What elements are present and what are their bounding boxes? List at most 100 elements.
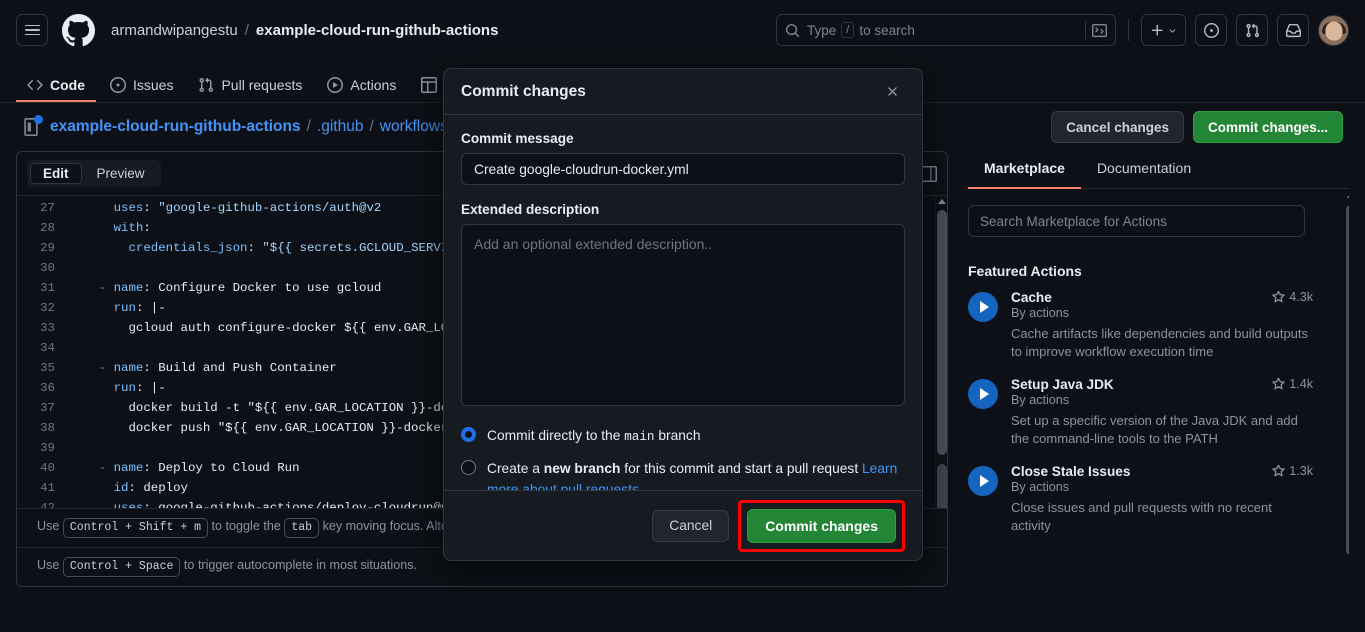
github-logo-icon[interactable] <box>62 14 95 47</box>
action-star-count: 1.4k <box>1264 377 1313 391</box>
command-palette-group[interactable] <box>1085 22 1107 39</box>
search-placeholder-text: Type <box>807 23 836 38</box>
create-new-button[interactable] <box>1141 14 1186 46</box>
star-count-value: 1.3k <box>1289 464 1313 478</box>
scrollbar-thumb-secondary[interactable] <box>937 464 947 508</box>
breadcrumb-repo[interactable]: example-cloud-run-github-actions <box>256 22 499 39</box>
breadcrumb-owner[interactable]: armandwipangestu <box>111 22 238 39</box>
sidebar-expand-icon[interactable] <box>921 166 937 182</box>
path-slash-2: / <box>369 118 373 136</box>
commit-message-label: Commit message <box>461 131 905 146</box>
tab-marketplace[interactable]: Marketplace <box>968 151 1081 189</box>
cancel-changes-button[interactable]: Cancel changes <box>1051 111 1184 143</box>
path-repo[interactable]: example-cloud-run-github-actions <box>50 118 301 136</box>
commit-directly-suffix: branch <box>654 428 700 443</box>
marketplace-tabs: Marketplace Documentation <box>964 151 1349 189</box>
cancel-button[interactable]: Cancel <box>652 510 729 542</box>
pull-requests-button[interactable] <box>1236 14 1268 46</box>
line-number: 40 <box>17 458 69 478</box>
commit-directly-branch: main <box>624 430 654 444</box>
star-icon <box>1272 465 1285 478</box>
scrollbar-thumb[interactable] <box>1346 205 1349 555</box>
keyboard-shortcut: Control + Space <box>63 557 181 577</box>
marketplace-action-item[interactable]: Close Stale Issues1.3kBy actionsClose is… <box>968 464 1313 535</box>
action-header-row: Cache 4.3k <box>1011 290 1313 305</box>
search-icon <box>785 23 800 38</box>
search-input[interactable]: Type / to search <box>776 14 1116 46</box>
radio-commit-directly[interactable] <box>461 427 476 442</box>
line-number: 42 <box>17 498 69 508</box>
tab-actions-label: Actions <box>350 77 396 93</box>
search-slash-key: / <box>841 22 854 38</box>
help-text: to trigger autocomplete in most situatio… <box>180 558 417 572</box>
extended-description-textarea[interactable] <box>461 224 905 406</box>
action-name[interactable]: Cache <box>1011 290 1052 305</box>
tab-preview[interactable]: Preview <box>84 163 158 184</box>
search-placeholder: Type / to search <box>807 22 915 38</box>
action-name[interactable]: Close Stale Issues <box>1011 464 1130 479</box>
line-number: 38 <box>17 418 69 438</box>
marketplace-action-item[interactable]: Cache4.3kBy actionsCache artifacts like … <box>968 290 1313 361</box>
option-commit-directly-label: Commit directly to the main branch <box>487 425 701 448</box>
keyboard-shortcut: Control + Shift + m <box>63 518 208 538</box>
marketplace-body: Search Marketplace for Actions Featured … <box>964 189 1349 587</box>
tab-pull-requests[interactable]: Pull requests <box>187 69 313 102</box>
tab-actions[interactable]: Actions <box>316 69 407 102</box>
featured-actions-title: Featured Actions <box>968 263 1345 279</box>
radio-new-branch[interactable] <box>461 460 476 475</box>
action-author: By actions <box>1011 480 1313 494</box>
line-number: 27 <box>17 198 69 218</box>
action-logo-icon <box>968 379 998 409</box>
featured-actions-list: Cache4.3kBy actionsCache artifacts like … <box>968 290 1345 535</box>
editor-toolbar-actions <box>921 166 937 182</box>
hamburger-menu-icon[interactable] <box>16 14 48 46</box>
scroll-up-arrow-icon[interactable] <box>1347 193 1349 198</box>
action-header-row: Setup Java JDK 1.4k <box>1011 377 1313 392</box>
notifications-inbox-button[interactable] <box>1277 14 1309 46</box>
action-name[interactable]: Setup Java JDK <box>1011 377 1114 392</box>
user-avatar[interactable] <box>1318 15 1349 46</box>
marketplace-action-item[interactable]: Setup Java JDK1.4kBy actionsSet up a spe… <box>968 377 1313 448</box>
line-number: 29 <box>17 238 69 258</box>
line-number: 36 <box>17 378 69 398</box>
code-vertical-scrollbar[interactable] <box>935 196 947 508</box>
inbox-icon <box>1286 23 1301 38</box>
tab-issues[interactable]: Issues <box>99 69 184 102</box>
commit-message-input[interactable] <box>461 153 905 185</box>
tab-edit[interactable]: Edit <box>30 163 82 184</box>
option-commit-directly[interactable]: Commit directly to the main branch <box>461 425 905 448</box>
tab-documentation[interactable]: Documentation <box>1081 151 1207 189</box>
scroll-up-arrow-icon[interactable] <box>938 199 946 204</box>
action-star-count: 4.3k <box>1264 290 1313 304</box>
action-logo-icon <box>968 292 998 322</box>
path-workflows-dir[interactable]: workflows <box>380 118 448 136</box>
breadcrumb: armandwipangestu / example-cloud-run-git… <box>111 22 498 39</box>
tab-code[interactable]: Code <box>16 69 96 102</box>
subheader-actions: Cancel changes Commit changes... <box>1051 111 1343 143</box>
close-icon[interactable] <box>879 79 905 105</box>
git-pull-request-icon <box>198 77 214 93</box>
action-logo-icon <box>968 466 998 496</box>
new-branch-prefix: Create a <box>487 461 544 476</box>
issues-button[interactable] <box>1195 14 1227 46</box>
help-text: Use <box>37 519 63 533</box>
commit-changes-top-button[interactable]: Commit changes... <box>1193 111 1343 143</box>
option-new-branch[interactable]: Create a new branch for this commit and … <box>461 458 905 490</box>
line-number: 39 <box>17 438 69 458</box>
marketplace-search-input[interactable]: Search Marketplace for Actions <box>968 205 1305 237</box>
commit-changes-dialog: Commit changes Commit message Extended d… <box>443 68 923 561</box>
file-edit-icon <box>22 118 40 136</box>
unsaved-changes-dot <box>34 115 43 124</box>
line-number: 32 <box>17 298 69 318</box>
marketplace-sidebar: Marketplace Documentation Search Marketp… <box>964 151 1349 587</box>
line-number: 34 <box>17 338 69 358</box>
commit-changes-button[interactable]: Commit changes <box>747 509 896 543</box>
extended-description-label: Extended description <box>461 202 905 217</box>
action-details: Setup Java JDK1.4kBy actionsSet up a spe… <box>1011 377 1313 448</box>
marketplace-scrollbar[interactable] <box>1346 189 1349 587</box>
option-new-branch-label: Create a new branch for this commit and … <box>487 458 905 490</box>
scrollbar-thumb[interactable] <box>937 210 947 455</box>
search-placeholder-suffix: to search <box>859 23 915 38</box>
dialog-header: Commit changes <box>444 69 922 115</box>
path-github-dir[interactable]: .github <box>317 118 364 136</box>
